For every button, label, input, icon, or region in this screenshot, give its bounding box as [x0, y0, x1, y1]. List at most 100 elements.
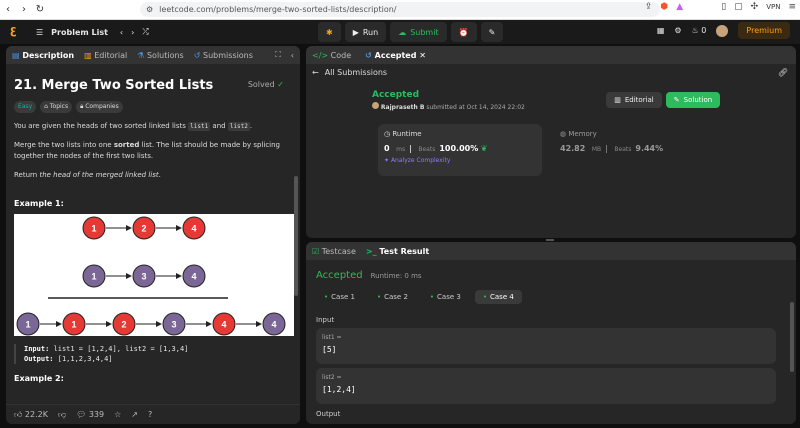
url-bar[interactable]: ⚙ leetcode.com/problems/merge-two-sorted…	[140, 2, 660, 17]
tab-submissions[interactable]: ↺ Submissions	[194, 51, 253, 60]
back-icon[interactable]: ‹	[0, 4, 16, 15]
wallet-icon[interactable]: ▢	[734, 2, 743, 12]
tab-description[interactable]: ▤ Description	[12, 51, 74, 60]
example-output: Output: [1,1,2,3,4,4]	[24, 355, 113, 363]
run-button[interactable]: ▶ Run	[344, 22, 387, 42]
runtime-card[interactable]: ◷ Runtime 0 ms | Beats 100.00% ❦ ✦ Analyze…	[378, 124, 542, 176]
thumbs-up-icon: 👍︎	[14, 409, 23, 419]
submitted-info: Rajpraseth B submitted at Oct 14, 2024 2…	[372, 102, 525, 111]
back-arrow-icon[interactable]: ←	[312, 68, 319, 77]
extensions-icon[interactable]: ✣	[751, 2, 759, 12]
list2-value-box: list2 = [1,2,4]	[316, 368, 776, 404]
tab-accepted[interactable]: ↺ Accepted ✕	[365, 51, 426, 60]
debug-button[interactable]: ✱	[318, 22, 341, 42]
case-tab-1[interactable]: • Case 1	[316, 290, 363, 304]
history-icon: ↺	[193, 50, 201, 60]
topics-tag[interactable]: ⌂ Topics	[40, 101, 73, 113]
problem-content: 21. Merge Two Sorted Lists Solved ✓ Easy…	[6, 64, 300, 404]
list1-value: [5]	[322, 345, 337, 354]
sparkle-icon: ✦	[384, 157, 390, 164]
next-problem-icon[interactable]: ›	[131, 28, 134, 37]
edit-icon: ✎	[673, 96, 680, 104]
tab-solutions[interactable]: ⚗ Solutions	[137, 51, 183, 60]
grid-icon[interactable]: ▦	[657, 26, 665, 35]
problem-list-link[interactable]: Problem List	[51, 28, 108, 37]
tag-row: Easy ⌂ Topics 🔒︎ Companies	[14, 101, 292, 113]
submitter-name[interactable]: Rajpraseth B	[381, 104, 424, 111]
example-1-io: Input: list1 = [1,2,4], list2 = [1,3,4] …	[14, 344, 292, 364]
leetcode-topbar: ꜫ ☰ Problem List ‹ › ⤮ ✱ ▶ Run ☁ Submit …	[0, 20, 800, 44]
dislike-button[interactable]: 👎︎	[58, 410, 66, 420]
run-controls: ✱ ▶ Run ☁ Submit ⏰ ✎	[318, 22, 504, 42]
problem-paragraph-1: You are given the heads of two sorted li…	[14, 122, 253, 131]
memory-card[interactable]: ◍ Memory 42.82 MB | Beats 9.44%	[554, 124, 714, 176]
forward-icon[interactable]: ›	[16, 4, 32, 15]
runtime-label: ◷ Runtime	[384, 130, 422, 138]
share-icon[interactable]: ⇪	[645, 2, 653, 12]
share-link-icon[interactable]: ↗	[131, 410, 138, 419]
like-button[interactable]: 👍︎ 22.2K	[14, 410, 48, 420]
lock-icon: 🔒︎	[80, 103, 84, 110]
avatar[interactable]	[716, 24, 729, 37]
history-icon: ↺	[365, 50, 372, 60]
notes-button[interactable]: ✎	[480, 22, 504, 42]
comments-button[interactable]: 💬︎ 339	[76, 410, 104, 419]
case-tab-4[interactable]: • Case 4	[474, 290, 522, 304]
timer-button[interactable]: ⏰	[450, 22, 477, 42]
merged-node-label: 4	[221, 320, 226, 330]
site-info-icon[interactable]: ⚙	[146, 5, 153, 14]
browser-chrome: ‹ › ↻ ⚙ leetcode.com/problems/merge-two-…	[0, 0, 800, 20]
code-icon: </>	[312, 50, 329, 60]
fire-icon: ♨	[691, 26, 699, 35]
tab-testcase[interactable]: ☑ Testcase	[312, 247, 356, 256]
case-tab-3[interactable]: • Case 3	[422, 290, 469, 304]
test-result-scrollbar[interactable]	[790, 302, 794, 372]
description-scrollbar[interactable]	[294, 176, 298, 296]
shuffle-icon[interactable]: ⤮	[142, 27, 148, 37]
favorite-star-icon[interactable]: ☆	[114, 410, 121, 419]
list1-label: list1 =	[322, 334, 342, 341]
leetcode-logo-icon[interactable]: ꜫ	[10, 23, 28, 41]
menu-icon[interactable]: ≡	[788, 2, 796, 12]
sidebar-icon[interactable]: ▯	[721, 2, 726, 12]
browser-actions: ⇪ ⬢ ▲ ▯ ▢ ✣ VPN ≡	[645, 2, 796, 12]
submitter-avatar	[372, 102, 379, 109]
pass-dot-icon: •	[376, 293, 382, 301]
list1-node-label: 2	[141, 224, 146, 234]
reload-icon[interactable]: ↻	[32, 4, 48, 15]
collapse-icon[interactable]: ‹	[291, 51, 294, 60]
link-icon[interactable]: 🔗︎	[778, 68, 788, 77]
submit-button[interactable]: ☁ Submit	[390, 22, 447, 42]
tab-code[interactable]: </> Code	[312, 51, 351, 60]
prev-problem-icon[interactable]: ‹	[120, 28, 123, 37]
rewards-icon[interactable]: ▲	[676, 2, 683, 12]
expand-icon[interactable]: ⛶	[275, 50, 281, 60]
streak-counter[interactable]: ♨ 0	[692, 26, 707, 35]
merged-node-label: 1	[71, 320, 76, 330]
close-tab-icon[interactable]: ✕	[419, 51, 426, 60]
document-icon: ▤	[12, 50, 20, 60]
panel-resize-handle[interactable]	[546, 239, 554, 241]
problem-paragraph-2: Merge the two lists into one sorted list…	[14, 141, 281, 160]
checkbox-icon: ☑	[312, 246, 320, 256]
leaf-icon: ❦	[480, 144, 488, 153]
problem-list-icon[interactable]: ☰	[36, 28, 43, 37]
premium-button[interactable]: Premium	[738, 22, 790, 39]
list2-node-label: 4	[191, 272, 196, 282]
problem-paragraph-3: Return the head of the merged linked lis…	[14, 171, 161, 179]
case-tab-2[interactable]: • Case 2	[369, 290, 416, 304]
settings-icon[interactable]: ⚙	[674, 26, 681, 35]
vpn-button[interactable]: VPN	[766, 3, 780, 11]
tab-editorial[interactable]: ▥ Editorial	[84, 51, 127, 60]
all-submissions-link[interactable]: All Submissions	[325, 68, 387, 77]
output-section-label: Output	[316, 410, 341, 418]
companies-tag[interactable]: 🔒︎ Companies	[76, 101, 123, 113]
case-tabs: • Case 1 • Case 2 • Case 3 • Case 4	[316, 290, 522, 304]
tab-test-result[interactable]: >_ Test Result	[366, 247, 429, 256]
editorial-button[interactable]: ▥ Editorial	[606, 92, 662, 108]
help-icon[interactable]: ?	[148, 410, 152, 419]
analyze-complexity-link[interactable]: ✦ Analyze Complexity	[384, 157, 536, 164]
solution-button[interactable]: ✎ Solution	[666, 92, 720, 108]
example-input: Input: list1 = [1,2,4], list2 = [1,3,4]	[24, 345, 189, 353]
brave-shield-icon[interactable]: ⬢	[660, 2, 668, 12]
